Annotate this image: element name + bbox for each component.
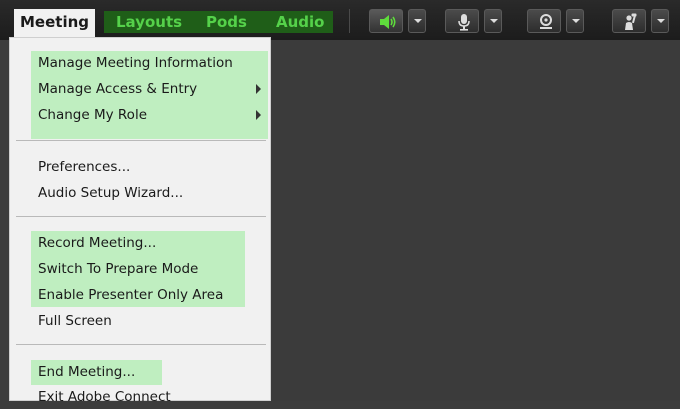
- menu-pods[interactable]: Pods: [206, 9, 247, 35]
- menu-item-manage-access-entry[interactable]: Manage Access & Entry: [38, 77, 197, 101]
- chevron-down-icon: [572, 19, 580, 23]
- menu-item-exit-adobe-connect[interactable]: Exit Adobe Connect: [38, 385, 171, 409]
- webcam-dropdown[interactable]: [566, 9, 584, 33]
- menu-item-preferences[interactable]: Preferences...: [38, 155, 130, 179]
- raise-hand-icon: [625, 13, 637, 30]
- menu-item-full-screen[interactable]: Full Screen: [38, 309, 112, 333]
- chevron-down-icon: [657, 19, 665, 23]
- menu-item-change-my-role[interactable]: Change My Role: [38, 103, 147, 127]
- menu-item-switch-to-prepare-mode[interactable]: Switch To Prepare Mode: [38, 257, 198, 281]
- speaker-button[interactable]: [369, 9, 403, 33]
- chevron-down-icon: [414, 19, 422, 23]
- speaker-dropdown[interactable]: [408, 9, 426, 33]
- submenu-arrow-icon: [256, 84, 261, 94]
- menubar: Meeting Layouts Pods Audio: [0, 0, 680, 40]
- webcam-icon: [540, 14, 552, 29]
- menu-item-audio-setup-wizard[interactable]: Audio Setup Wizard...: [38, 181, 183, 205]
- menu-item-manage-meeting-information[interactable]: Manage Meeting Information: [38, 51, 233, 75]
- microphone-dropdown[interactable]: [484, 9, 502, 33]
- menu-audio[interactable]: Audio: [276, 9, 324, 35]
- microphone-icon: [458, 14, 470, 31]
- menu-separator: [16, 140, 266, 141]
- menu-separator: [16, 344, 266, 345]
- microphone-button[interactable]: [445, 9, 479, 33]
- menu-item-enable-presenter-only-area[interactable]: Enable Presenter Only Area: [38, 283, 223, 307]
- menubar-separator: [349, 9, 350, 33]
- menu-meeting[interactable]: Meeting: [14, 9, 96, 37]
- chevron-down-icon: [490, 19, 498, 23]
- webcam-button[interactable]: [527, 9, 561, 33]
- menu-item-record-meeting[interactable]: Record Meeting...: [38, 231, 156, 255]
- meeting-stage: [268, 40, 680, 401]
- speaker-icon: [380, 15, 396, 29]
- raise-hand-button[interactable]: [612, 9, 646, 33]
- raise-hand-dropdown[interactable]: [651, 9, 669, 33]
- submenu-arrow-icon: [256, 110, 261, 120]
- menu-separator: [16, 216, 266, 217]
- menu-layouts[interactable]: Layouts: [116, 9, 182, 35]
- menu-item-end-meeting[interactable]: End Meeting...: [38, 360, 135, 384]
- meeting-menu: Manage Meeting Information Manage Access…: [9, 37, 271, 405]
